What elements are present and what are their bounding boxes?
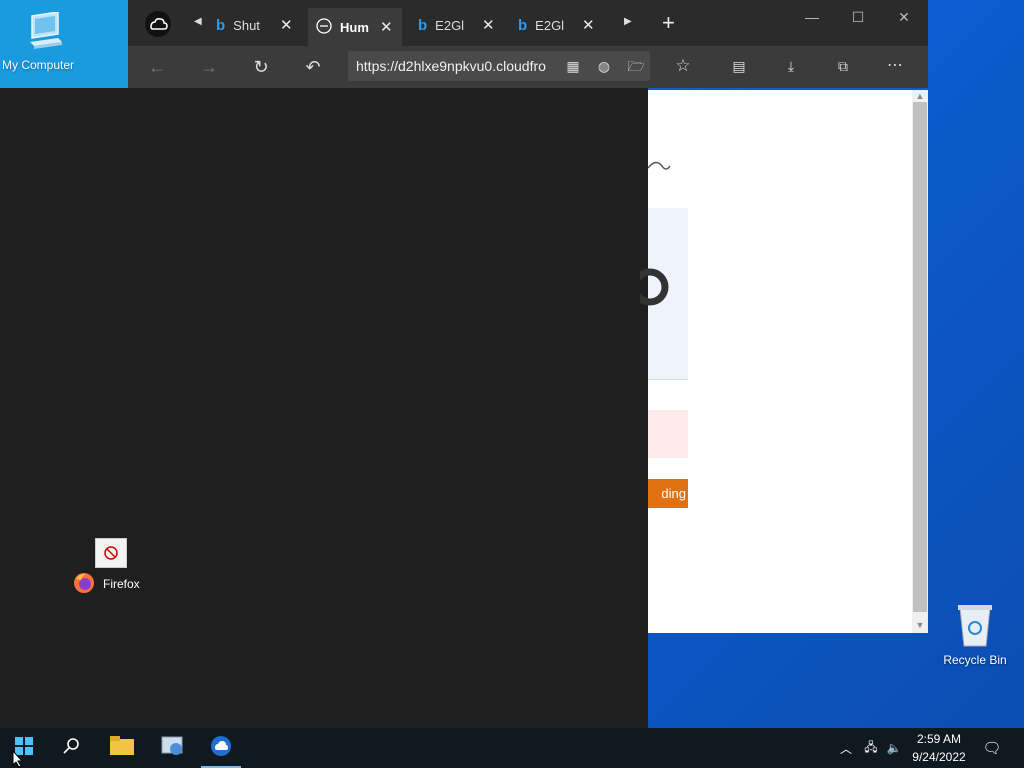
- bing-icon: b: [518, 16, 528, 34]
- globe-icon: [316, 17, 332, 37]
- scroll-down-icon[interactable]: ▼: [912, 619, 928, 631]
- undo-icon[interactable]: ↶: [298, 53, 328, 81]
- mouse-cursor-icon: [12, 749, 24, 768]
- blocked-thumbnail: [95, 538, 127, 568]
- system-clock[interactable]: 2:59 AM 9/24/2022: [902, 730, 976, 766]
- scroll-up-icon[interactable]: ▲: [912, 90, 928, 102]
- tab-e2gl-1[interactable]: b E2Gl ✕: [418, 10, 504, 40]
- folder-icon: [110, 735, 134, 761]
- alert-bar: [648, 410, 688, 458]
- my-computer-desktop-icon[interactable]: My Computer: [0, 0, 128, 88]
- tab-bar: ◀ b Shut ✕ Hum ✕ b E2Gl ✕ b E2Gl ✕ ▶ + —…: [128, 0, 928, 46]
- more-menu-icon[interactable]: ⋯: [880, 52, 910, 80]
- calculator-icon[interactable]: ▤: [724, 52, 754, 80]
- tab-e2gl-2[interactable]: b E2Gl ✕: [518, 10, 604, 40]
- close-tab-icon[interactable]: ✕: [482, 16, 495, 34]
- firefox-icon: [72, 571, 96, 600]
- tab-hum[interactable]: Hum ✕: [308, 8, 402, 46]
- browser-logo-icon[interactable]: [144, 10, 172, 43]
- search-button[interactable]: [48, 728, 96, 768]
- show-hidden-icons-icon[interactable]: ︿: [836, 728, 856, 768]
- browser-taskbar-button[interactable]: [197, 728, 245, 768]
- dark-overlay-window: [0, 88, 648, 728]
- maximize-icon[interactable]: ☐: [840, 6, 876, 28]
- recycle-bin-icon: [956, 602, 994, 651]
- close-window-icon[interactable]: ✕: [886, 6, 922, 28]
- minimize-icon[interactable]: —: [794, 6, 830, 28]
- browser-window: ◀ b Shut ✕ Hum ✕ b E2Gl ✕ b E2Gl ✕ ▶ + —…: [128, 0, 928, 88]
- clock-date: 9/24/2022: [912, 750, 966, 764]
- screenshot-icon[interactable]: ⧉: [828, 52, 858, 80]
- recycle-bin-label: Recycle Bin: [943, 653, 1007, 667]
- taskbar: ︿ 🖧 🔈 2:59 AM 9/24/2022 🗨: [0, 728, 1024, 768]
- back-icon[interactable]: ←: [142, 53, 172, 81]
- forward-icon[interactable]: →: [194, 53, 224, 81]
- browser-cloud-icon: [210, 735, 232, 762]
- vertical-scrollbar[interactable]: ▲ ▼: [912, 90, 928, 633]
- tab-shut[interactable]: b Shut ✕: [216, 10, 302, 40]
- scrollbar-thumb[interactable]: [913, 102, 927, 612]
- web-page-content: ding: [631, 90, 912, 633]
- my-computer-label: My Computer: [2, 58, 75, 72]
- action-button[interactable]: ding: [648, 479, 688, 508]
- logo-fragment-icon: [647, 154, 672, 183]
- loading-ring-icon: [631, 268, 676, 311]
- recycle-bin-desktop-icon[interactable]: Recycle Bin: [940, 600, 1010, 680]
- toolbar: ← → ↻ ↶ https://d2hlxe9npkvu0.cloudfro ▦…: [128, 46, 928, 88]
- search-icon: [63, 737, 81, 760]
- volume-icon[interactable]: 🔈: [884, 728, 904, 768]
- content-card: [631, 208, 688, 380]
- start-button[interactable]: [0, 728, 48, 768]
- bing-icon: b: [418, 16, 428, 34]
- notifications-icon[interactable]: 🗨: [980, 728, 1004, 768]
- globe-icon[interactable]: ◍: [589, 52, 619, 80]
- network-icon[interactable]: 🖧: [860, 728, 882, 768]
- close-tab-icon[interactable]: ✕: [380, 18, 393, 36]
- control-panel-taskbar-button[interactable]: [148, 728, 196, 768]
- control-panel-icon: [160, 734, 184, 763]
- computer-icon: [28, 11, 64, 55]
- new-tab-icon[interactable]: +: [662, 10, 675, 36]
- star-icon[interactable]: ☆: [668, 52, 698, 80]
- bing-icon: b: [216, 16, 226, 34]
- clock-time: 2:59 AM: [916, 732, 962, 746]
- close-tab-icon[interactable]: ✕: [280, 16, 293, 34]
- tab-scroll-right-icon[interactable]: ▶: [624, 16, 632, 27]
- folder-open-icon[interactable]: 🗁: [621, 52, 651, 80]
- close-tab-icon[interactable]: ✕: [582, 16, 595, 34]
- tab-scroll-left-icon[interactable]: ◀: [194, 16, 202, 27]
- file-explorer-taskbar-button[interactable]: [98, 728, 146, 768]
- qr-code-icon[interactable]: ▦: [558, 52, 588, 80]
- firefox-label: Firefox: [103, 577, 140, 591]
- download-icon[interactable]: ⤓: [776, 52, 806, 80]
- prohibited-icon: [104, 546, 118, 560]
- firefox-desktop-icon[interactable]: Firefox: [70, 538, 150, 598]
- refresh-icon[interactable]: ↻: [246, 53, 276, 81]
